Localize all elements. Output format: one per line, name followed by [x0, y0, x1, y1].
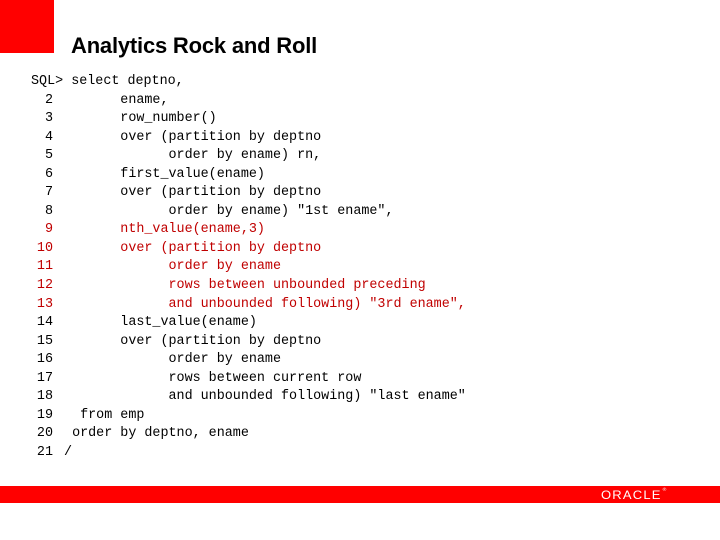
code-text: ename, — [56, 92, 169, 108]
line-number: 12 — [36, 278, 53, 294]
code-text: order by ename — [56, 259, 281, 275]
code-text: from emp — [56, 407, 145, 423]
code-text: last_value(ename) — [56, 315, 257, 331]
code-line: 16 order by ename — [0, 351, 466, 370]
code-text: rows between current row — [56, 370, 362, 386]
code-text: and unbounded following) "last ename" — [56, 389, 466, 405]
code-line-highlighted: 10 over (partition by deptno — [0, 240, 466, 259]
line-number: 17 — [36, 370, 53, 386]
slide-title: Analytics Rock and Roll — [71, 33, 318, 58]
code-text: first_value(ename) — [56, 166, 265, 182]
line-number: 2 — [44, 92, 53, 108]
registered-mark-icon: ® — [662, 487, 668, 494]
line-number: 15 — [36, 333, 53, 349]
line-number: 11 — [36, 259, 53, 275]
code-text: order by ename) rn, — [56, 148, 322, 164]
code-line: 19 from emp — [0, 407, 466, 426]
code-line: 8 order by ename) "1st ename", — [0, 203, 466, 222]
line-number: 3 — [44, 111, 53, 127]
code-line-highlighted: 11 order by ename — [0, 258, 466, 277]
code-line: 4 over (partition by deptno — [0, 129, 466, 148]
code-line: 6 first_value(ename) — [0, 166, 466, 185]
code-line: 7 over (partition by deptno — [0, 184, 466, 203]
line-number: 7 — [44, 185, 53, 201]
code-text: over (partition by deptno — [56, 129, 322, 145]
code-text: select deptno, — [63, 74, 184, 89]
code-line-highlighted: 12 rows between unbounded preceding — [0, 277, 466, 296]
sql-code-block: SQL> select deptno, 2 ename, 3 row_number(… — [0, 73, 466, 462]
code-text: order by ename — [56, 352, 281, 368]
line-number: 18 — [36, 389, 53, 405]
code-line: 14 last_value(ename) — [0, 314, 466, 333]
line-number: 9 — [44, 222, 53, 238]
code-line: 2 ename, — [0, 92, 466, 111]
code-line: 18 and unbounded following) "last ename" — [0, 388, 466, 407]
code-text: nth_value(ename,3) — [56, 222, 265, 238]
line-number: 13 — [36, 296, 53, 312]
line-number: 4 — [44, 129, 53, 145]
code-text: over (partition by deptno — [56, 333, 322, 349]
code-line: 15 over (partition by deptno — [0, 333, 466, 352]
code-text: order by ename) "1st ename", — [56, 203, 394, 219]
code-line: SQL> select deptno, — [0, 73, 466, 92]
code-text: and unbounded following) "3rd ename", — [56, 296, 466, 312]
line-number: 16 — [36, 352, 53, 368]
oracle-logo: ORACLE® — [601, 487, 668, 501]
code-text: rows between unbounded preceding — [56, 278, 426, 294]
line-number: 5 — [44, 148, 53, 164]
line-number: 14 — [36, 315, 53, 331]
code-line: 21 / — [0, 444, 466, 463]
code-text: row_number() — [56, 111, 217, 127]
code-text: over (partition by deptno — [56, 185, 322, 201]
code-line: 3 row_number() — [0, 110, 466, 129]
sql-prompt: SQL> — [31, 74, 64, 89]
line-number: 10 — [36, 240, 53, 256]
code-line: 17 rows between current row — [0, 370, 466, 389]
line-number: 20 — [36, 426, 53, 442]
code-line-highlighted: 9 nth_value(ename,3) — [0, 221, 466, 240]
line-number: 8 — [44, 203, 53, 219]
code-line: 20 order by deptno, ename — [0, 425, 466, 444]
line-number: 6 — [44, 166, 53, 182]
line-number: 19 — [36, 407, 53, 423]
corner-accent-square — [0, 0, 54, 53]
line-number: 21 — [36, 444, 53, 460]
code-text: order by deptno, ename — [56, 426, 249, 442]
code-text: over (partition by deptno — [56, 240, 322, 256]
oracle-logo-text: ORACLE — [601, 487, 662, 502]
code-line-highlighted: 13 and unbounded following) "3rd ename", — [0, 296, 466, 315]
code-line: 5 order by ename) rn, — [0, 147, 466, 166]
code-text: / — [56, 444, 73, 460]
